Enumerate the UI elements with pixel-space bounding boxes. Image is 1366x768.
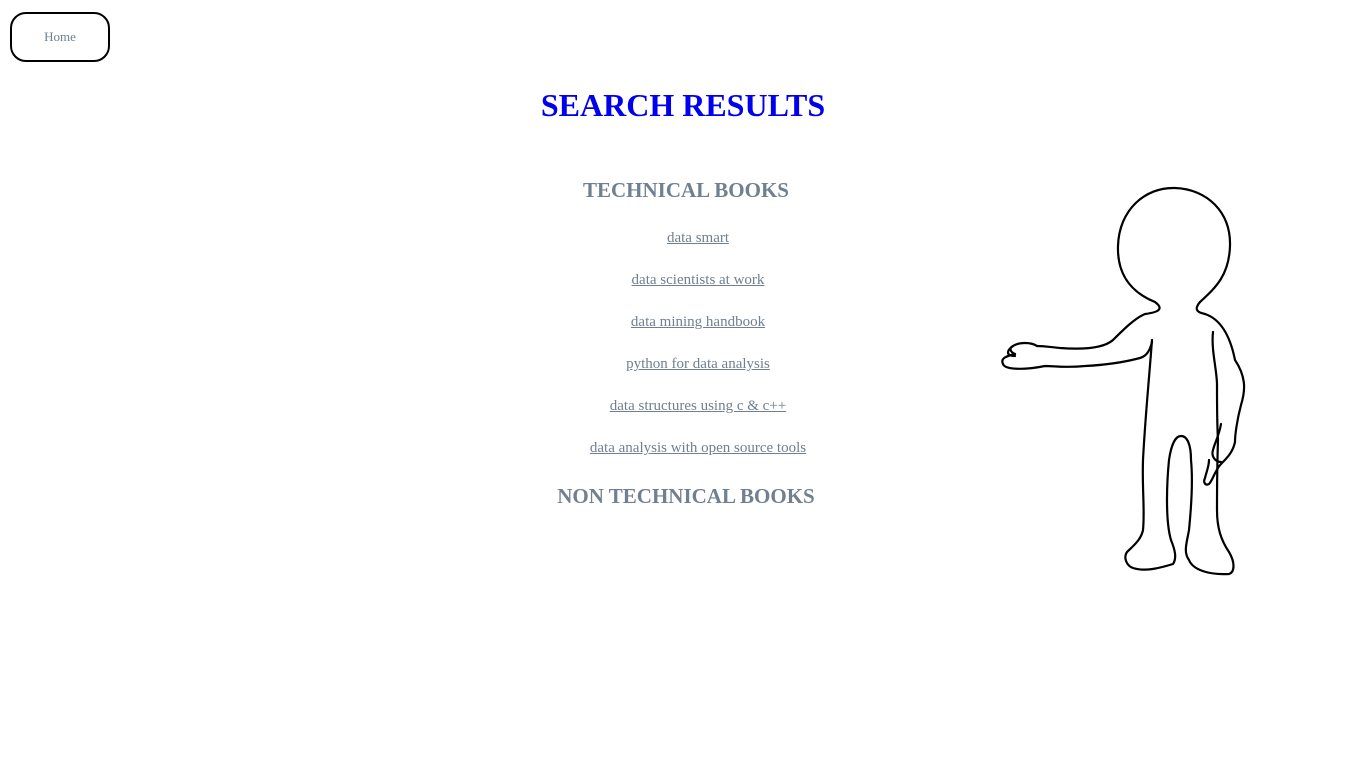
book-link-python-for-data-analysis[interactable]: python for data analysis (626, 356, 770, 372)
book-link-data-scientists-at-work[interactable]: data scientists at work (632, 272, 765, 288)
list-item: data analysis with open source tools (498, 438, 898, 480)
figure-arm-lower (1001, 340, 1154, 370)
list-item: python for data analysis (498, 354, 898, 396)
list-item: data smart (498, 228, 898, 270)
figure-right-shoulder (1195, 300, 1246, 444)
technical-books-list: data smart data scientists at work data … (498, 228, 898, 480)
figure-right-hand (1203, 440, 1237, 486)
book-link-data-analysis-open-source[interactable]: data analysis with open source tools (590, 440, 806, 456)
technical-books-heading: TECHNICAL BOOKS (583, 178, 789, 202)
book-link-data-mining-handbook[interactable]: data mining handbook (631, 314, 765, 330)
page-title: SEARCH RESULTS (540, 87, 826, 123)
home-button[interactable]: Home (10, 12, 110, 62)
presenting-stick-figure-icon (1001, 186, 1246, 576)
book-link-data-structures[interactable]: data structures using c & c++ (610, 398, 786, 414)
search-results-page: Home SEARCH RESULTS TECHNICAL BOOKS data… (0, 0, 1366, 768)
home-button-label: Home (44, 29, 76, 44)
non-technical-books-heading: NON TECHNICAL BOOKS (557, 484, 815, 508)
figure-arm-upper (1035, 300, 1161, 350)
list-item: data mining handbook (498, 312, 898, 354)
figure-right-arm-inner (1211, 330, 1220, 442)
list-item: data structures using c & c++ (498, 396, 898, 438)
book-link-data-smart[interactable]: data smart (667, 230, 729, 246)
figure-head (1116, 186, 1232, 304)
list-item: data scientists at work (498, 270, 898, 312)
figure-hand-top (1009, 341, 1039, 356)
